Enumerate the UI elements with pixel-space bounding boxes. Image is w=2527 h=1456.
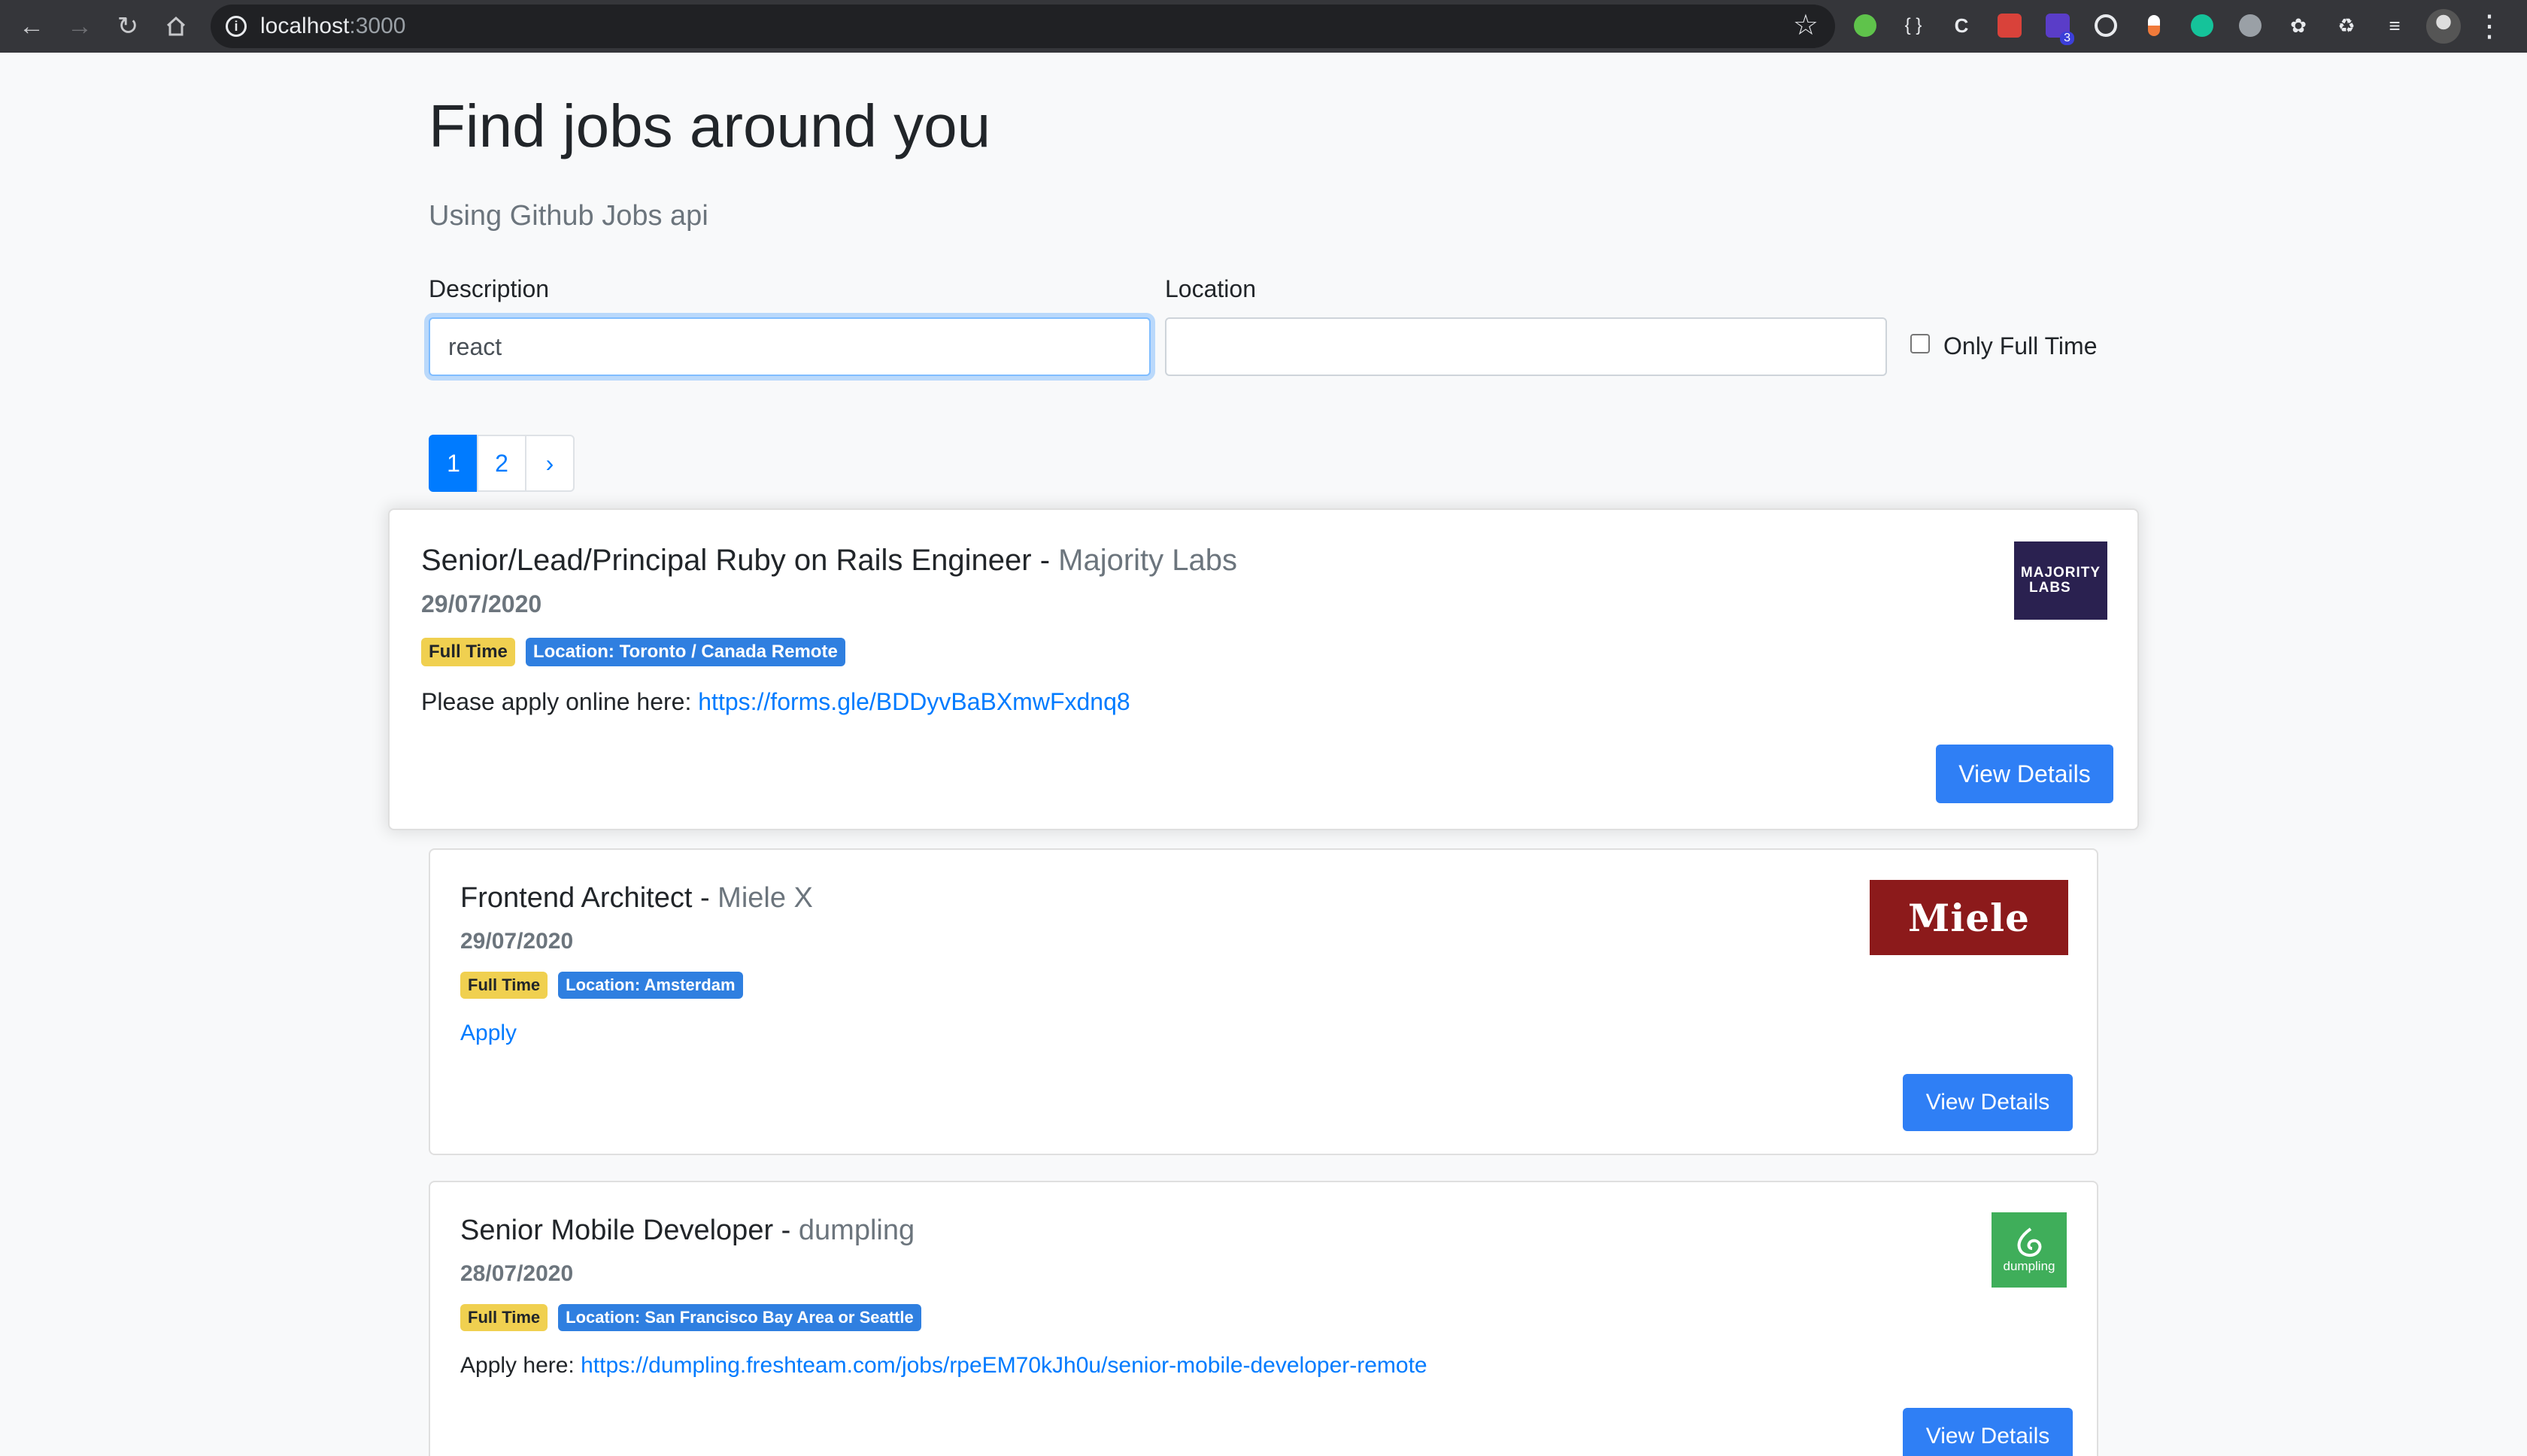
red-extension-icon[interactable] [1995,11,2025,41]
apply-description: Apply here: https://dumpling.freshteam.c… [460,1353,1427,1378]
view-details-button[interactable]: View Details [1903,1074,2073,1131]
location-label: Location [1165,275,1256,302]
full-time-badge: Full Time [421,638,515,666]
company-logo: dumpling [1992,1212,2067,1288]
bookmark-star-icon[interactable]: ☆ [1793,11,1819,41]
home-icon[interactable] [158,8,194,44]
description-label: Description [429,275,550,302]
pill-extension-icon[interactable] [2139,11,2169,41]
company-logo: Miele [1870,880,2068,955]
location-badge: Location: Toronto / Canada Remote [525,638,845,666]
apply-link[interactable]: https://forms.gle/BDDyvBaBXmwFxdnq8 [698,688,1130,715]
apply-link[interactable]: Apply [460,1021,517,1045]
job-card[interactable]: Frontend Architect - Miele X 29/07/2020 … [429,848,2098,1155]
green-extension-icon[interactable] [1850,11,1880,41]
job-card[interactable]: Senior/Lead/Principal Ruby on Rails Engi… [388,508,2139,830]
job-card[interactable]: Senior Mobile Developer - dumpling 28/07… [429,1181,2098,1456]
next-page-button[interactable]: › [525,435,575,492]
job-badges: Full Time Location: Amsterdam [460,972,754,999]
page-1-button[interactable]: 1 [429,435,478,492]
company-name: Majority Labs [1058,544,1238,577]
page-title: Find jobs around you [429,93,991,159]
company-name: Miele X [717,882,813,914]
full-time-label[interactable]: Only Full Time [1943,331,2097,361]
code-extension-icon[interactable]: C [1946,11,1976,41]
full-time-checkbox[interactable] [1910,334,1930,353]
job-date: 29/07/2020 [421,590,542,617]
company-logo: MAJORITY LABS [2014,541,2107,620]
job-title[interactable]: Frontend Architect - Miele X [460,880,813,916]
reload-icon[interactable]: ↻ [110,8,146,44]
reading-list-icon[interactable]: ≡ [2380,11,2410,41]
apply-description: Please apply online here: https://forms.… [421,688,1130,715]
grammarly-icon[interactable] [2187,11,2217,41]
gray-circle-extension-icon[interactable] [2235,11,2265,41]
browser-toolbar: ← → ↻ i localhost:3000 ☆ { } C 3 ✿ ♻ ≡ ⋮ [0,0,2527,53]
menu-kebab-icon[interactable]: ⋮ [2474,8,2504,45]
full-time-badge: Full Time [460,1304,548,1331]
job-badges: Full Time Location: Toronto / Canada Rem… [421,638,856,666]
company-name: dumpling [798,1215,915,1246]
job-badges: Full Time Location: San Francisco Bay Ar… [460,1304,932,1331]
json-extension-icon[interactable]: { } [1898,11,1928,41]
location-badge: Location: Amsterdam [558,972,743,999]
full-time-badge: Full Time [460,972,548,999]
job-title[interactable]: Senior/Lead/Principal Ruby on Rails Engi… [421,541,1237,579]
job-title[interactable]: Senior Mobile Developer - dumpling [460,1212,915,1248]
job-date: 28/07/2020 [460,1261,574,1286]
location-input[interactable] [1165,317,1887,376]
page-subtitle: Using Github Jobs api [429,200,708,232]
url-text: localhost:3000 [260,14,406,38]
forward-icon[interactable]: → [62,8,98,44]
location-badge: Location: San Francisco Bay Area or Seat… [558,1304,921,1331]
purple-extension-icon[interactable]: 3 [2043,11,2074,45]
puzzle-icon[interactable]: ♻ [2331,11,2362,41]
info-icon[interactable]: i [226,16,247,37]
back-icon[interactable]: ← [14,8,50,44]
profile-avatar[interactable] [2426,9,2461,44]
page-2-button[interactable]: 2 [477,435,526,492]
view-details-button[interactable]: View Details [1936,745,2113,803]
apply-link[interactable]: https://dumpling.freshteam.com/jobs/rpeE… [581,1353,1427,1378]
gnome-extension-icon[interactable]: ✿ [2283,11,2313,41]
dumpling-leaf-icon [2017,1227,2042,1257]
job-date: 29/07/2020 [460,929,574,954]
description-input[interactable] [429,317,1151,376]
address-bar[interactable]: i localhost:3000 ☆ [211,5,1835,48]
view-details-button[interactable]: View Details [1903,1408,2073,1456]
target-extension-icon[interactable] [2091,11,2121,41]
pagination: 1 2 › [429,435,575,492]
apply-description: Apply [460,1018,517,1048]
